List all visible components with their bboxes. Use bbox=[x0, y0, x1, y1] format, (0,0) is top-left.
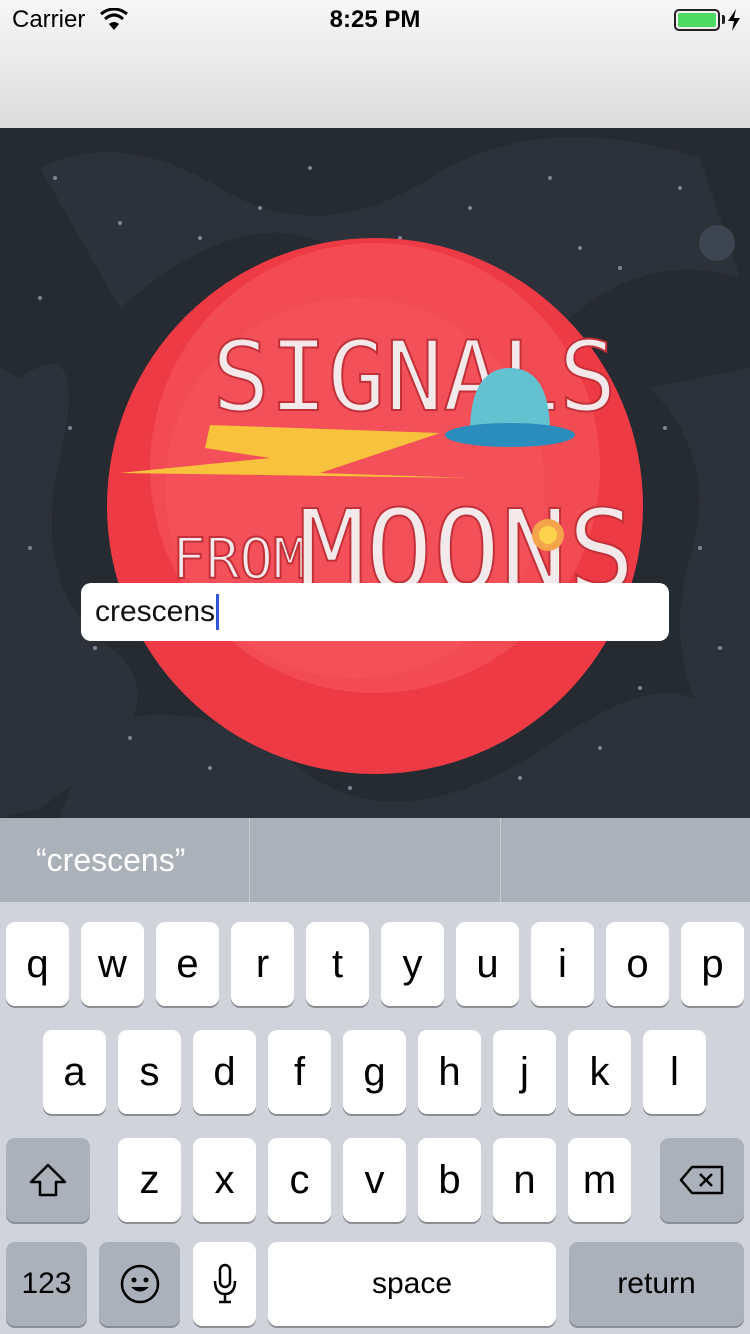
delete-icon bbox=[679, 1165, 724, 1195]
key-v[interactable]: v bbox=[343, 1138, 406, 1222]
key-b[interactable]: b bbox=[418, 1138, 481, 1222]
podcast-artwork: SIGNALS FROM MOONS crescens bbox=[0, 128, 750, 818]
suggestion-2[interactable] bbox=[249, 818, 499, 902]
key-x[interactable]: x bbox=[193, 1138, 256, 1222]
key-y[interactable]: y bbox=[381, 922, 444, 1006]
key-u[interactable]: u bbox=[456, 922, 519, 1006]
key-p[interactable]: p bbox=[681, 922, 744, 1006]
delete-key[interactable] bbox=[660, 1138, 744, 1222]
shift-key[interactable] bbox=[6, 1138, 90, 1222]
charging-bolt-icon bbox=[728, 9, 740, 31]
emoji-icon bbox=[120, 1264, 159, 1304]
shift-icon bbox=[29, 1163, 67, 1197]
microphone-key[interactable] bbox=[193, 1242, 256, 1326]
suggestion-1[interactable]: “crescens” bbox=[0, 818, 249, 902]
key-o[interactable]: o bbox=[606, 922, 669, 1006]
key-t[interactable]: t bbox=[306, 922, 369, 1006]
key-z[interactable]: z bbox=[118, 1138, 181, 1222]
key-c[interactable]: c bbox=[268, 1138, 331, 1222]
key-k[interactable]: k bbox=[568, 1030, 631, 1114]
key-f[interactable]: f bbox=[268, 1030, 331, 1114]
artwork-title-signals: SIGNALS bbox=[212, 321, 617, 433]
microphone-icon bbox=[213, 1263, 236, 1304]
text-cursor bbox=[216, 594, 220, 630]
space-key[interactable]: space bbox=[268, 1242, 556, 1326]
key-a[interactable]: a bbox=[43, 1030, 106, 1114]
predictive-text-bar: “crescens” bbox=[0, 818, 750, 902]
key-q[interactable]: q bbox=[6, 922, 69, 1006]
key-j[interactable]: j bbox=[493, 1030, 556, 1114]
return-key[interactable]: return bbox=[569, 1242, 744, 1326]
status-bar: Carrier 8:25 PM bbox=[0, 0, 750, 40]
key-d[interactable]: d bbox=[193, 1030, 256, 1114]
search-input-value: crescens bbox=[95, 595, 216, 628]
key-s[interactable]: s bbox=[118, 1030, 181, 1114]
search-input[interactable]: crescens bbox=[81, 583, 669, 641]
key-i[interactable]: i bbox=[531, 922, 594, 1006]
key-g[interactable]: g bbox=[343, 1030, 406, 1114]
key-l[interactable]: l bbox=[643, 1030, 706, 1114]
battery-tip bbox=[722, 15, 725, 24]
clock: 8:25 PM bbox=[329, 6, 421, 33]
artwork-illustration: SIGNALS FROM MOONS bbox=[0, 137, 750, 818]
emoji-key[interactable] bbox=[99, 1242, 180, 1326]
key-w[interactable]: w bbox=[81, 922, 144, 1006]
keyboard: q w e r t y u i o p a s d f g h j k l z … bbox=[0, 902, 750, 1334]
key-r[interactable]: r bbox=[231, 922, 294, 1006]
numbers-key[interactable]: 123 bbox=[6, 1242, 87, 1326]
navigation-bar: Carrier 8:25 PM bbox=[0, 0, 750, 128]
key-h[interactable]: h bbox=[418, 1030, 481, 1114]
key-n[interactable]: n bbox=[493, 1138, 556, 1222]
suggestion-3[interactable] bbox=[499, 818, 750, 902]
key-m[interactable]: m bbox=[568, 1138, 631, 1222]
key-e[interactable]: e bbox=[156, 922, 219, 1006]
battery-icon bbox=[674, 9, 720, 31]
